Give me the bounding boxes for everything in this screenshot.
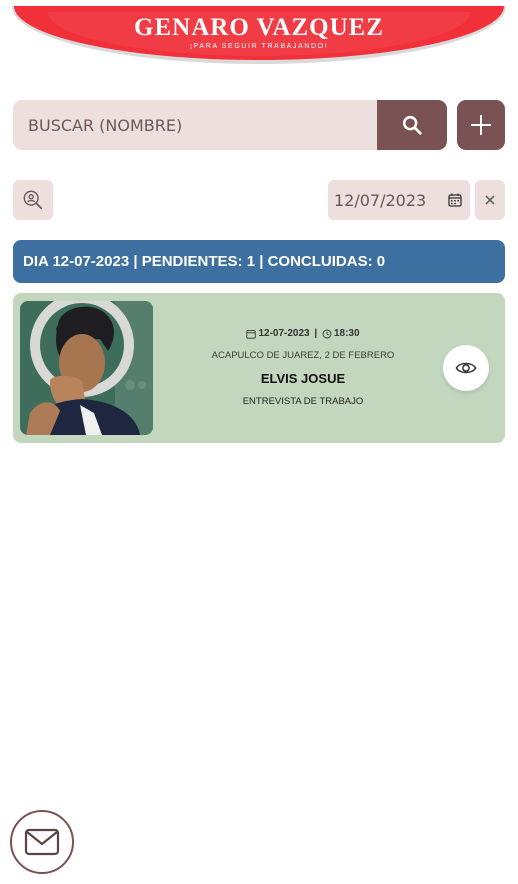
appointment-info: 12-07-2023 | 18:30 ACAPULCO DE JUAREZ, 2… (153, 293, 453, 443)
appointment-date: 12-07-2023 (258, 328, 310, 339)
datetime-separator: | (311, 328, 320, 339)
app-title: GENARO VAZQUEZ (134, 14, 384, 41)
add-button[interactable] (457, 100, 505, 150)
appointment-datetime: 12-07-2023 | 18:30 (153, 328, 453, 339)
appointment-card: 12-07-2023 | 18:30 ACAPULCO DE JUAREZ, 2… (13, 293, 505, 443)
calendar-icon (246, 329, 257, 339)
appointment-location: ACAPULCO DE JUAREZ, 2 DE FEBRERO (211, 350, 395, 361)
eye-icon (455, 362, 477, 374)
user-search-icon (23, 190, 43, 210)
date-value: 12/07/2023 (334, 191, 427, 210)
search-input[interactable] (13, 100, 377, 150)
app-subtitle: ¡PARA SEGUIR TRABAJANDO! (189, 43, 329, 50)
appointment-time: 18:30 (333, 328, 360, 339)
search-bar (13, 100, 447, 150)
clock-icon (322, 329, 332, 338)
plus-icon (471, 115, 491, 135)
mail-icon (24, 828, 60, 856)
date-field[interactable]: 12/07/2023 (328, 180, 470, 220)
search-icon (402, 115, 422, 135)
view-button[interactable] (443, 345, 489, 391)
person-name: ELVIS JOSUE (260, 371, 346, 386)
calendar-icon[interactable] (448, 193, 462, 207)
day-summary-bar: DIA 12-07-2023 | PENDIENTES: 1 | CONCLUI… (13, 240, 505, 283)
close-icon (485, 195, 495, 205)
mail-button[interactable] (10, 810, 74, 874)
person-photo (20, 301, 153, 435)
header-banner: GENARO VAZQUEZ ¡PARA SEGUIR TRABAJANDO! (14, 6, 504, 60)
app-header: GENARO VAZQUEZ ¡PARA SEGUIR TRABAJANDO! (10, 0, 508, 66)
appointment-type: ENTREVISTA DE TRABAJO (242, 396, 364, 407)
search-button[interactable] (377, 100, 447, 150)
clear-date-button[interactable] (475, 180, 505, 220)
user-filter-button[interactable] (13, 180, 53, 220)
